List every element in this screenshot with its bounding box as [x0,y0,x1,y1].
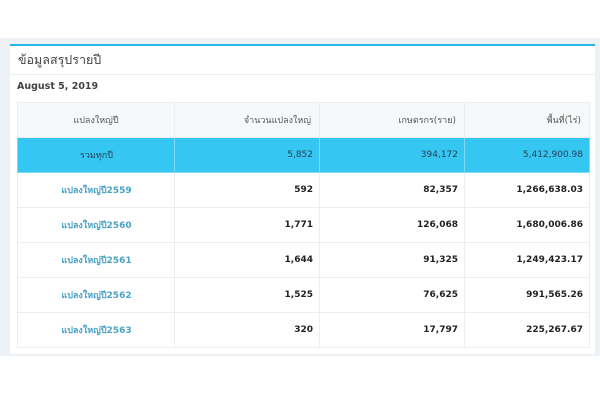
table-row: แปลงใหญ่ปี2561 1,644 91,325 1,249,423.17 [17,242,590,278]
header-area[interactable]: พื้นที่(ไร่) [464,102,590,138]
summary-table: แปลงใหญ่ปี จำนวนแปลงใหญ่ เกษตรกร(ราย) พื… [17,102,590,348]
year-link-2559[interactable]: แปลงใหญ่ปี2559 [61,186,131,196]
report-date: August 5, 2019 [17,81,99,92]
table-row: แปลงใหญ่ปี2559 592 82,357 1,266,638.03 [17,172,590,208]
year-link-2562[interactable]: แปลงใหญ่ปี2562 [61,291,131,301]
total-row: รวมทุกปี 5,852 394,172 5,412,900.98 [17,137,590,173]
total-plots: 5,852 [174,137,320,173]
header-plots[interactable]: จำนวนแปลงใหญ่ [174,102,320,138]
header-year[interactable]: แปลงใหญ่ปี [17,102,175,138]
year-link-2560[interactable]: แปลงใหญ่ปี2560 [61,221,131,231]
row-area: 1,680,006.86 [464,207,590,243]
row-area: 991,565.26 [464,277,590,313]
row-plots: 1,525 [174,277,320,313]
row-farmers: 17,797 [319,312,465,348]
year-link-2561[interactable]: แปลงใหญ่ปี2561 [61,256,131,266]
header-farmers[interactable]: เกษตรกร(ราย) [319,102,465,138]
row-farmers: 91,325 [319,242,465,278]
row-farmers: 76,625 [319,277,465,313]
row-area: 1,266,638.03 [464,172,590,208]
row-farmers: 82,357 [319,172,465,208]
year-link-2563[interactable]: แปลงใหญ่ปี2563 [61,326,131,336]
row-plots: 1,644 [174,242,320,278]
table-row: แปลงใหญ่ปี2560 1,771 126,068 1,680,006.8… [17,207,590,243]
total-farmers: 394,172 [319,137,465,173]
total-label: รวมทุกปี [17,137,175,173]
table-row: แปลงใหญ่ปี2563 320 17,797 225,267.67 [17,312,590,348]
row-area: 1,249,423.17 [464,242,590,278]
table-header-row: แปลงใหญ่ปี จำนวนแปลงใหญ่ เกษตรกร(ราย) พื… [17,102,590,138]
row-plots: 320 [174,312,320,348]
row-area: 225,267.67 [464,312,590,348]
row-farmers: 126,068 [319,207,465,243]
card-title: ข้อมูลสรุปรายปี [10,46,595,75]
row-plots: 592 [174,172,320,208]
total-area: 5,412,900.98 [464,137,590,173]
annual-summary-card: ข้อมูลสรุปรายปี August 5, 2019 แปลงใหญ่ป… [10,44,595,354]
table-row: แปลงใหญ่ปี2562 1,525 76,625 991,565.26 [17,277,590,313]
row-plots: 1,771 [174,207,320,243]
